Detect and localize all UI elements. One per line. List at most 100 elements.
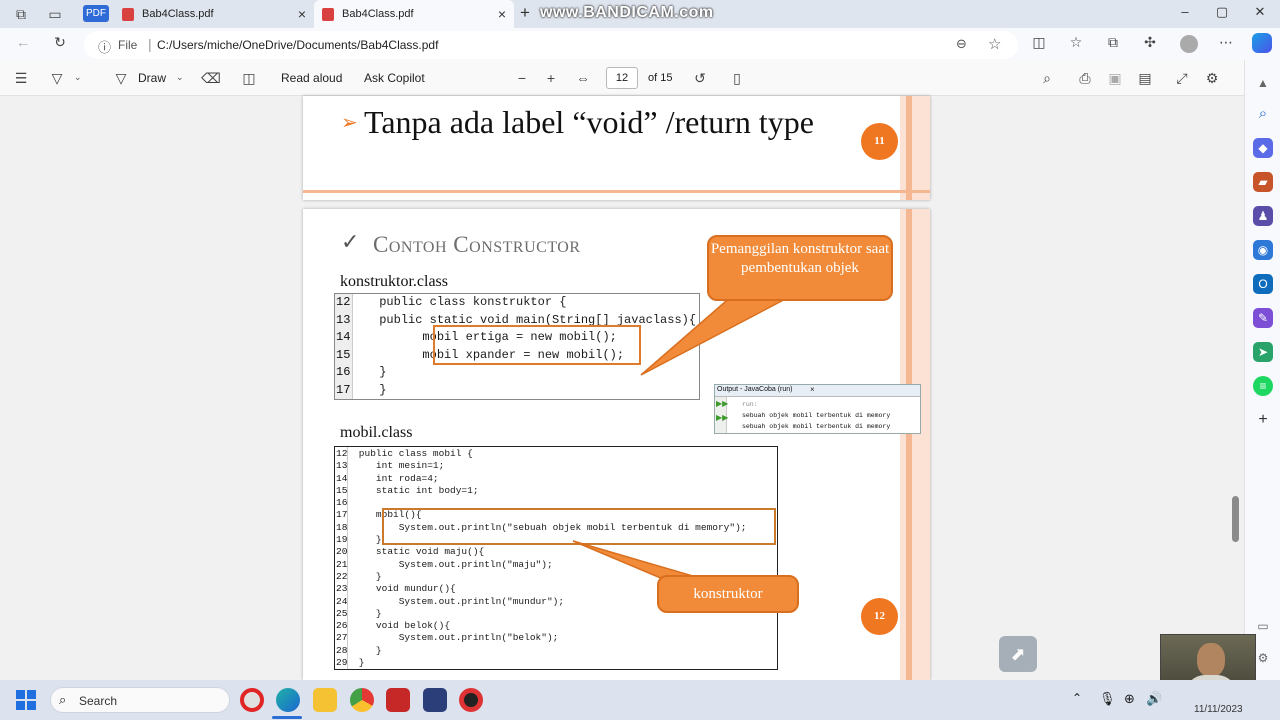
close-tab-icon[interactable]: × xyxy=(298,6,306,22)
save-as-icon[interactable]: ▤ xyxy=(1134,70,1156,87)
ask-copilot-button[interactable]: Ask Copilot xyxy=(364,71,425,85)
line-number: 16 xyxy=(336,497,348,509)
line-number: 23 xyxy=(336,583,348,595)
add-icon[interactable]: + xyxy=(1253,410,1273,430)
tab-bab4class-1[interactable]: Bab4Class.pdf × xyxy=(114,0,314,28)
tab-actions-icon[interactable]: ▭ xyxy=(44,6,66,23)
mobil-label: mobil.class xyxy=(340,424,413,441)
language-icon[interactable]: ⊕ xyxy=(1124,691,1135,707)
start-icon[interactable] xyxy=(16,690,36,710)
address-bar: ← ↻ ⓘ File | C:/Users/miche/OneDrive/Doc… xyxy=(0,28,1280,60)
volume-icon[interactable]: 🔊 xyxy=(1146,691,1162,707)
favorites-icon[interactable]: ☆ xyxy=(1065,34,1087,51)
code-text: } xyxy=(350,365,387,379)
favorite-star-icon[interactable]: ☆ xyxy=(988,35,1001,53)
extensions-icon[interactable]: ✣ xyxy=(1139,34,1161,51)
pdf-badge[interactable]: PDF xyxy=(83,5,109,22)
eraser-icon[interactable]: ⌫ xyxy=(200,70,222,87)
split-screen-icon[interactable]: ◫ xyxy=(1028,34,1050,51)
chevron-down-icon[interactable]: ⌄ xyxy=(176,72,184,83)
app-blue-icon[interactable] xyxy=(423,688,447,712)
settings-icon[interactable]: ⚙ xyxy=(1201,70,1223,87)
line-number: 16 xyxy=(336,365,351,379)
file-explorer-icon[interactable] xyxy=(313,688,337,712)
line-number: 21 xyxy=(336,558,348,570)
refresh-icon[interactable]: ↻ xyxy=(49,34,71,51)
profile-avatar[interactable] xyxy=(1180,35,1198,53)
rotate-icon[interactable]: ↺ xyxy=(689,70,711,87)
url-text[interactable]: C:/Users/miche/OneDrive/Documents/Bab4Cl… xyxy=(157,38,438,52)
contents-icon[interactable]: ☰ xyxy=(10,70,32,87)
info-icon[interactable]: ⓘ xyxy=(98,37,111,56)
taskbar-search[interactable]: ⌕ Search xyxy=(50,687,230,713)
draw-icon[interactable]: ▽ xyxy=(110,70,132,87)
edge-icon[interactable] xyxy=(276,688,300,712)
code-line: 15 static int body=1; xyxy=(336,485,776,497)
url-box[interactable]: ⓘ File | C:/Users/miche/OneDrive/Documen… xyxy=(84,31,1018,59)
sidebar-toggle-icon[interactable]: ▭ xyxy=(1253,616,1273,636)
workspaces-icon[interactable]: ⧉ xyxy=(10,6,32,23)
rerun-icon[interactable]: ▶▶ xyxy=(716,413,728,422)
search-icon[interactable]: ⌕ xyxy=(1253,104,1273,124)
page-view-icon[interactable]: ◫ xyxy=(238,70,260,87)
bullet-text: Tanpa ada label “void” /return type xyxy=(364,104,814,140)
games-icon[interactable]: ♟ xyxy=(1253,206,1273,226)
app-red-icon[interactable] xyxy=(386,688,410,712)
spotify-icon[interactable]: ≡ xyxy=(1253,376,1273,396)
shopping-icon[interactable]: ◆ xyxy=(1253,138,1273,158)
fullscreen-icon[interactable]: ⤢ xyxy=(1171,70,1193,87)
search-icon[interactable]: ⌕ xyxy=(1036,70,1058,87)
two-page-icon[interactable]: ▯ xyxy=(726,70,748,87)
copilot-icon[interactable] xyxy=(1252,33,1272,53)
maximize-icon[interactable]: ▢ xyxy=(1211,4,1233,24)
drop-icon[interactable]: ➤ xyxy=(1253,342,1273,362)
close-tab-icon[interactable]: × xyxy=(498,6,506,22)
draw-button[interactable]: Draw xyxy=(138,71,166,85)
chrome-icon[interactable] xyxy=(350,688,374,712)
code-text: int mesin=1; xyxy=(347,460,445,472)
microphone-icon[interactable]: 🎙 xyxy=(1099,691,1116,707)
designer-icon[interactable]: ✎ xyxy=(1253,308,1273,328)
tools-icon[interactable]: ▰ xyxy=(1253,172,1273,192)
fit-page-icon[interactable]: ⇔ xyxy=(572,70,594,86)
new-tab-icon[interactable]: + xyxy=(520,3,530,23)
code-text: void mundur(){ xyxy=(347,583,456,595)
code-line: 17 } xyxy=(336,382,696,400)
back-icon[interactable]: ← xyxy=(12,34,34,50)
bandicam-icon[interactable] xyxy=(459,688,483,712)
scrollbar-thumb[interactable] xyxy=(1232,496,1239,542)
search-placeholder: Search xyxy=(79,694,118,708)
more-menu-icon[interactable]: ⋯ xyxy=(1215,34,1237,51)
outlook-icon[interactable]: O xyxy=(1253,274,1273,294)
close-output-icon[interactable]: × xyxy=(810,385,815,394)
zoom-icon[interactable]: ⊖ xyxy=(956,36,967,52)
clock-date: 11/11/2023 xyxy=(1194,704,1243,715)
office-icon[interactable]: ◉ xyxy=(1253,240,1273,260)
page-number-input[interactable]: 12 xyxy=(606,67,638,89)
output-line: sebuah objek mobil terbentuk di memory xyxy=(742,423,891,430)
tray-chevron-icon[interactable]: ⌃ xyxy=(1072,691,1082,705)
code-text: int roda=4; xyxy=(347,472,439,484)
opera-icon[interactable] xyxy=(240,688,264,712)
print-icon[interactable]: ⎙ xyxy=(1074,70,1096,87)
zoom-in-icon[interactable]: + xyxy=(540,70,562,86)
line-number: 13 xyxy=(336,460,348,472)
read-aloud-button[interactable]: Read aloud xyxy=(281,71,342,85)
code-line: 13 int mesin=1; xyxy=(336,460,776,472)
highlight-icon[interactable]: ▽ xyxy=(46,70,68,87)
minimize-icon[interactable]: – xyxy=(1174,4,1196,24)
slide-heading: Contoh Constructor xyxy=(373,232,581,257)
sidebar-rail: ▲ ⌕ ◆ ▰ ♟ ◉ O ✎ ➤ ≡ + ▭ ⚙ xyxy=(1244,60,1280,680)
page-number-badge: 12 xyxy=(861,598,898,635)
save-icon[interactable]: ▣ xyxy=(1104,70,1126,87)
tab-bab4class-2[interactable]: Bab4Class.pdf × xyxy=(314,0,514,28)
close-window-icon[interactable]: ✕ xyxy=(1249,4,1271,24)
zoom-out-icon[interactable]: − xyxy=(511,70,533,86)
scroll-up-icon[interactable]: ▲ xyxy=(1257,76,1269,90)
run-icon[interactable]: ▶▶ xyxy=(716,399,728,408)
code-text: public class mobil { xyxy=(347,448,473,459)
collections-icon[interactable]: ⧉ xyxy=(1102,34,1124,51)
chevron-down-icon[interactable]: ⌄ xyxy=(74,72,82,83)
settings-icon[interactable]: ⚙ xyxy=(1253,648,1273,668)
floating-action-icon[interactable]: ⬈ xyxy=(999,636,1037,672)
